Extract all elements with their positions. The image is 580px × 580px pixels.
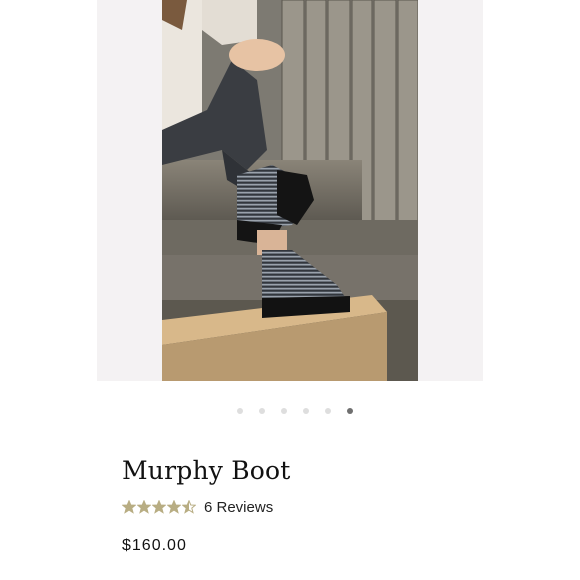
gallery-pagination	[0, 405, 580, 417]
rating-stars	[122, 500, 196, 514]
product-rating[interactable]: 6 Reviews	[122, 497, 273, 517]
gallery-dot-active[interactable]	[347, 408, 353, 414]
product-title: Murphy Boot	[122, 456, 291, 485]
gallery-dot[interactable]	[259, 408, 265, 414]
gallery-dot[interactable]	[281, 408, 287, 414]
star-full-icon	[167, 500, 181, 514]
product-price: $160.00	[122, 537, 187, 554]
gallery-dot[interactable]	[237, 408, 243, 414]
gallery-dot[interactable]	[325, 408, 331, 414]
star-full-icon	[137, 500, 151, 514]
star-full-icon	[152, 500, 166, 514]
star-half-icon	[182, 500, 196, 514]
star-full-icon	[122, 500, 136, 514]
product-photo[interactable]	[162, 0, 418, 381]
product-image-gallery[interactable]	[97, 0, 483, 381]
gallery-dot[interactable]	[303, 408, 309, 414]
reviews-link[interactable]: 6 Reviews	[204, 499, 273, 516]
product-photo-image	[162, 0, 418, 381]
